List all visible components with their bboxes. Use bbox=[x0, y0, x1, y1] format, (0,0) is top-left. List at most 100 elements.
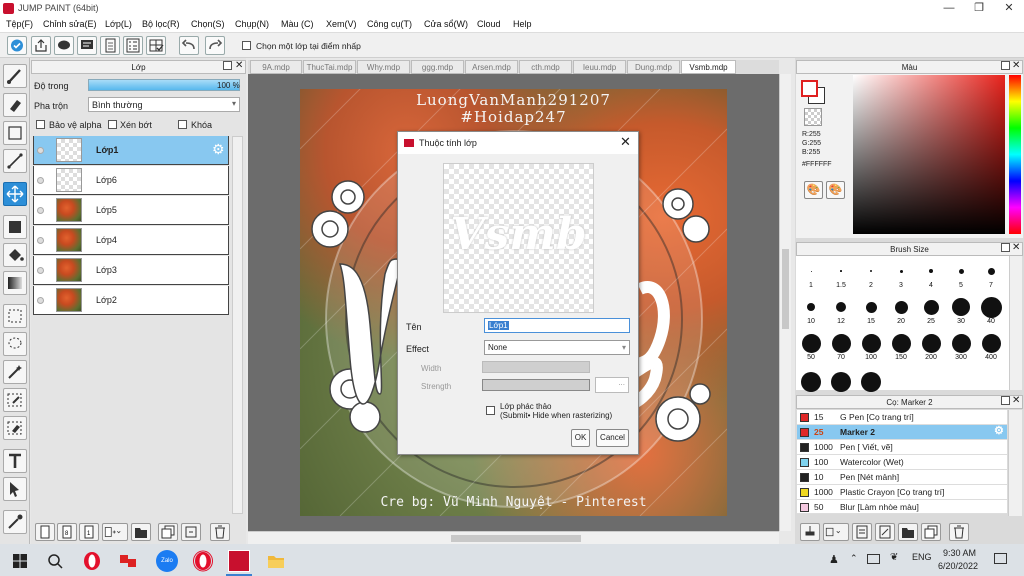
tool-menu-button[interactable] bbox=[823, 523, 849, 541]
brush-size-dot[interactable] bbox=[899, 269, 903, 273]
scroll-thumb[interactable] bbox=[782, 249, 789, 329]
tool-row[interactable]: 10 Pen [Nét mảnh] bbox=[797, 470, 1007, 485]
wifi-icon[interactable]: ❦ bbox=[890, 552, 898, 563]
menu-select[interactable]: Chọn(S) bbox=[191, 19, 225, 29]
select-eraser-tool[interactable] bbox=[3, 416, 27, 440]
visibility-icon[interactable] bbox=[37, 237, 44, 244]
brush-size-dot[interactable] bbox=[861, 372, 881, 392]
tool-list-scrollbar[interactable] bbox=[1008, 410, 1022, 516]
search-icon[interactable] bbox=[44, 550, 66, 572]
fill-rectangle-tool[interactable] bbox=[3, 215, 27, 239]
menu-help[interactable]: Help bbox=[513, 19, 532, 29]
clock-date[interactable]: 6/20/2022 bbox=[938, 561, 978, 571]
maximize-button[interactable]: ❐ bbox=[964, 0, 994, 17]
opera-icon[interactable] bbox=[81, 550, 103, 572]
close-panel-icon[interactable]: ✕ bbox=[235, 60, 243, 71]
delete-layer-button[interactable] bbox=[210, 523, 230, 541]
language-indicator[interactable]: ENG bbox=[912, 552, 932, 562]
snipping-tool-icon[interactable] bbox=[117, 550, 139, 572]
layer-row[interactable]: Lớp5 bbox=[33, 196, 229, 225]
new-layer-1bit-button[interactable]: 1 bbox=[79, 523, 99, 541]
brush-size-dot[interactable] bbox=[870, 270, 872, 272]
doc-tab[interactable]: Dung.mdp bbox=[627, 60, 680, 74]
doc-tab-active[interactable]: Vsmb.mdp bbox=[681, 60, 736, 74]
tool-delete-button[interactable] bbox=[949, 523, 969, 541]
doc-tab[interactable]: ThucTai.mdp bbox=[303, 60, 356, 74]
select-pen-tool[interactable] bbox=[3, 388, 27, 412]
tool-duplicate-button[interactable] bbox=[921, 523, 941, 541]
layer-row[interactable]: Lớp4 bbox=[33, 226, 229, 255]
brush-size-dot[interactable] bbox=[958, 268, 964, 274]
brush-size-dot[interactable] bbox=[801, 333, 821, 353]
brush-size-dot[interactable] bbox=[865, 301, 877, 313]
tool-folder-button[interactable] bbox=[898, 523, 918, 541]
add-layer-menu-button[interactable] bbox=[102, 523, 128, 541]
tool-row[interactable]: 25 Marker 2 ⚙ bbox=[797, 425, 1007, 440]
menu-file[interactable]: Tệp(F) bbox=[6, 19, 33, 29]
color-set-button[interactable]: 🎨 bbox=[826, 181, 845, 199]
brush-size-dot[interactable] bbox=[923, 299, 939, 315]
checkbox-box[interactable] bbox=[36, 120, 45, 129]
menu-cloud[interactable]: Cloud bbox=[477, 19, 501, 29]
notification-icon[interactable] bbox=[994, 553, 1007, 564]
document-button[interactable] bbox=[100, 36, 120, 55]
new-tool-button[interactable] bbox=[800, 523, 820, 541]
move-tool[interactable] bbox=[3, 182, 27, 206]
message-button[interactable] bbox=[77, 36, 97, 55]
tool-row[interactable]: 100 Watercolor (Wet) bbox=[797, 455, 1007, 470]
brush-size-dot[interactable] bbox=[921, 333, 941, 353]
brush-size-dot[interactable] bbox=[981, 333, 1001, 353]
effect-select[interactable]: None ▾ bbox=[484, 340, 630, 355]
menu-tools[interactable]: Công cụ(T) bbox=[367, 19, 412, 29]
checkbox-box[interactable] bbox=[486, 406, 495, 415]
brush-size-dot[interactable] bbox=[807, 303, 815, 311]
tool-row[interactable]: 1000 Plastic Crayon [Cọ trang trí] bbox=[797, 485, 1007, 500]
canvas-vertical-scrollbar[interactable] bbox=[779, 74, 791, 531]
checkbox-box[interactable] bbox=[178, 120, 187, 129]
merge-layer-button[interactable] bbox=[181, 523, 201, 541]
close-panel-icon[interactable]: ✕ bbox=[1012, 242, 1020, 253]
cloud-sync-button[interactable] bbox=[7, 36, 27, 55]
new-layer-button[interactable] bbox=[35, 523, 55, 541]
line-tool[interactable] bbox=[3, 149, 27, 173]
brush-size-dot[interactable] bbox=[831, 333, 851, 353]
close-panel-icon[interactable]: ✕ bbox=[1012, 60, 1020, 71]
jump-paint-taskbar-icon[interactable] bbox=[228, 550, 250, 572]
brush-tool[interactable] bbox=[3, 64, 27, 88]
blend-select[interactable]: Bình thường ▾ bbox=[88, 97, 240, 112]
checkbox-box[interactable] bbox=[108, 120, 117, 129]
layer-row[interactable]: Lớp2 bbox=[33, 286, 229, 315]
canvas-horizontal-scrollbar[interactable] bbox=[248, 531, 779, 544]
menu-edit[interactable]: Chỉnh sửa(E) bbox=[43, 19, 97, 29]
menu-color[interactable]: Màu (C) bbox=[281, 19, 314, 29]
brush-size-scrollbar[interactable] bbox=[1009, 256, 1022, 390]
doc-tab[interactable]: Arsen.mdp bbox=[465, 60, 518, 74]
cancel-button[interactable]: Cancel bbox=[596, 429, 629, 447]
menu-layer[interactable]: Lớp(L) bbox=[105, 19, 132, 29]
duplicate-layer-button[interactable] bbox=[158, 523, 178, 541]
brush-size-dot[interactable] bbox=[951, 333, 971, 353]
reference-layer-checkbox[interactable] bbox=[242, 41, 251, 52]
brush-size-dot[interactable] bbox=[861, 333, 881, 353]
clock-time[interactable]: 9:30 AM bbox=[943, 548, 976, 558]
close-button[interactable]: ✕ bbox=[994, 0, 1024, 17]
brush-size-dot[interactable] bbox=[831, 372, 851, 392]
eraser-tool[interactable] bbox=[3, 93, 27, 117]
lasso-tool[interactable] bbox=[3, 332, 27, 356]
close-icon[interactable]: ✕ bbox=[620, 134, 631, 150]
grid-button[interactable] bbox=[146, 36, 166, 55]
ok-button[interactable]: OK bbox=[571, 429, 590, 447]
new-layer-8bit-button[interactable]: 8 bbox=[57, 523, 77, 541]
doc-tab[interactable]: 9A.mdp bbox=[250, 60, 302, 74]
protect-alpha-checkbox[interactable] bbox=[36, 120, 45, 131]
visibility-icon[interactable] bbox=[37, 297, 44, 304]
tool-edit-button[interactable] bbox=[875, 523, 895, 541]
minimize-button[interactable]: — bbox=[934, 0, 964, 17]
menu-window[interactable]: Cửa sổ(W) bbox=[424, 19, 468, 29]
comment-button[interactable] bbox=[54, 36, 74, 55]
doc-tab[interactable]: cth.mdp bbox=[519, 60, 572, 74]
doc-tab[interactable]: Why.mdp bbox=[357, 60, 410, 74]
new-folder-button[interactable] bbox=[131, 523, 151, 541]
layer-row[interactable]: Lớp1 ⚙ bbox=[33, 136, 229, 165]
brush-size-dot[interactable] bbox=[891, 333, 911, 353]
